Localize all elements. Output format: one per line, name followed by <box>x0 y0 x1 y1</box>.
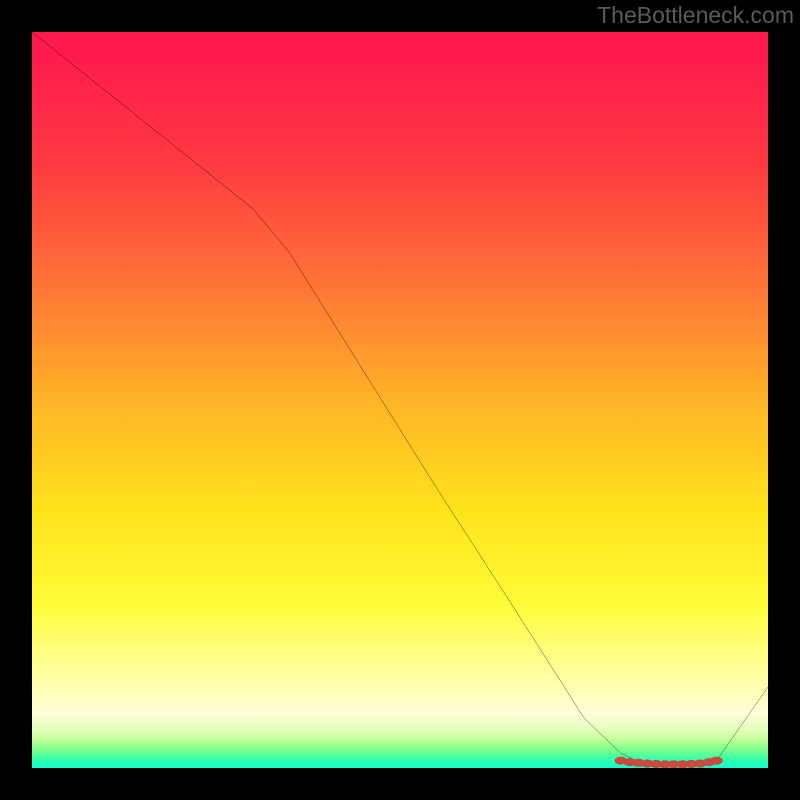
plot-area <box>32 32 768 768</box>
marker-dot <box>710 757 723 765</box>
watermark-text: TheBottleneck.com <box>597 2 794 29</box>
highlight-markers <box>32 32 768 768</box>
chart-frame: TheBottleneck.com <box>0 0 800 800</box>
